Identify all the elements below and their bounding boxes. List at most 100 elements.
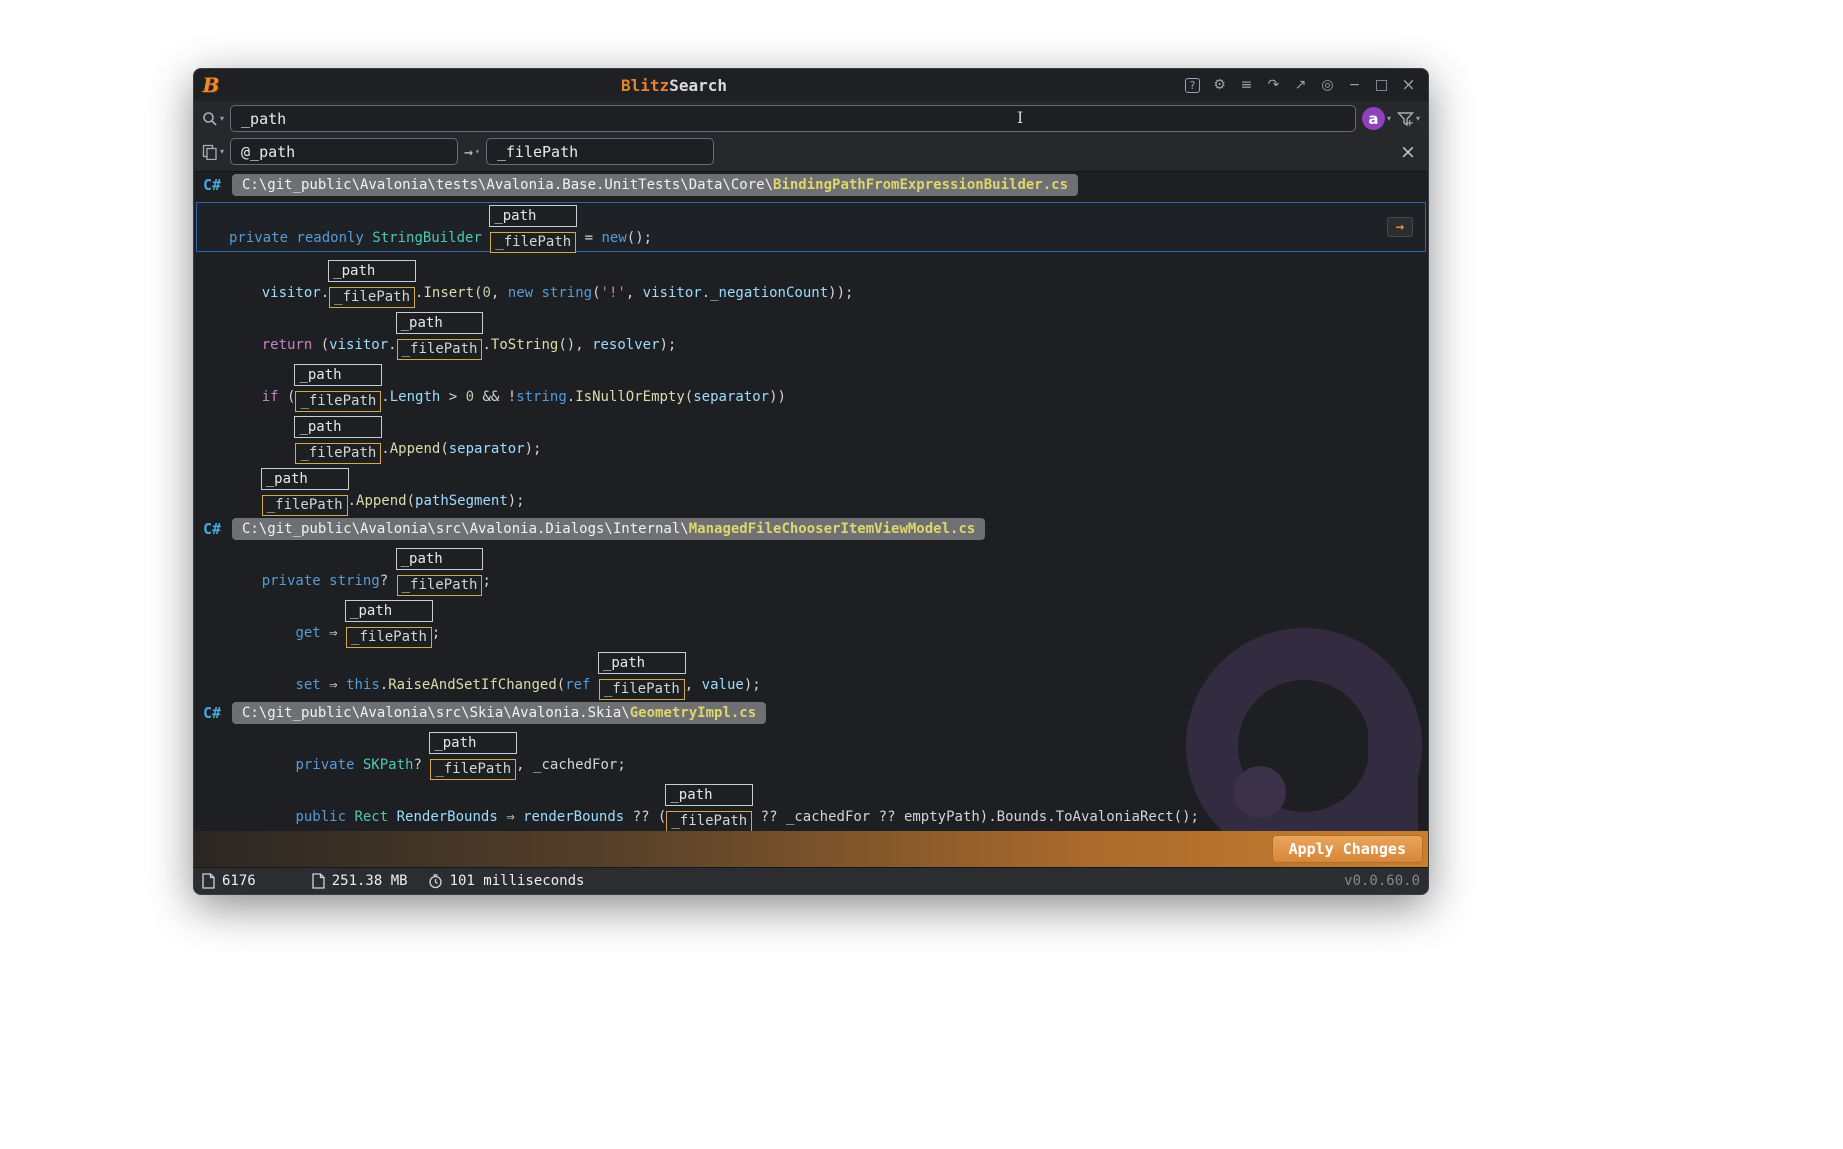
file-path: C:\git_public\Avalonia\tests\Avalonia.Ba…: [232, 174, 1079, 196]
result-line[interactable]: _path _filePath .Append(separator);: [194, 414, 1428, 464]
arrow-right-icon: →: [464, 142, 474, 161]
replace-row: ▾ → ▾ ×: [202, 135, 1420, 168]
close-replace-icon[interactable]: ×: [1396, 141, 1420, 163]
window-title: BlitzSearch: [194, 76, 1154, 95]
titlebar-icons: ? ⚙ ≡ ↷ ↗ ◎ − □ ×: [1179, 69, 1428, 101]
app-logo-icon: B: [202, 73, 220, 97]
chevron-down-icon: ▾: [475, 147, 480, 156]
original-text-badge: _path: [294, 364, 383, 386]
copy-pages-icon: [202, 144, 217, 160]
duration-item: 101 milliseconds: [428, 873, 584, 889]
replacement-text-badge: _filePath: [329, 287, 416, 308]
original-text-badge: _path: [429, 732, 518, 754]
original-text-badge: _path: [395, 548, 484, 570]
replace-to-input[interactable]: [485, 138, 714, 165]
settings-gear-icon[interactable]: ⚙: [1206, 69, 1233, 101]
original-text-badge: _path: [395, 312, 484, 334]
original-text-badge: _path: [260, 468, 349, 490]
minimize-button[interactable]: −: [1341, 69, 1368, 101]
status-bar: 6176 251.38 MB 101 milliseconds v0.0.60.…: [194, 867, 1428, 894]
result-line[interactable]: private SKPath? _path _filePath, _cachedF…: [194, 730, 1428, 780]
pin-icon[interactable]: ↗: [1287, 69, 1314, 101]
file-name: BindingPathFromExpressionBuilder.cs: [773, 177, 1069, 193]
match-count-item: 6176: [202, 873, 256, 889]
result-line[interactable]: return (visitor. _path _filePath .ToString(…: [194, 310, 1428, 360]
app-window: B BlitzSearch ? ⚙ ≡ ↷ ↗ ◎ − □ × ▾ a: [193, 68, 1429, 895]
result-file-header[interactable]: C# C:\git_public\Avalonia\tests\Avalonia.…: [194, 174, 1428, 196]
chevron-down-icon: ▾: [220, 114, 225, 123]
replace-direction-button[interactable]: → ▾: [464, 143, 480, 161]
search-icon: [203, 111, 217, 126]
result-file-header[interactable]: C# C:\git_public\Avalonia\src\Skia\Avalon…: [194, 702, 1428, 724]
replacement-text-badge: _filePath: [598, 679, 685, 700]
title-rest: Search: [669, 75, 727, 95]
selected-result-row[interactable]: private readonly StringBuilder _path _fil…: [196, 202, 1426, 253]
match-replacement: _path _filePath: [345, 600, 433, 648]
memory-item: 251.38 MB: [312, 873, 408, 889]
file-name: ManagedFileChooserItemViewModel.cs: [688, 521, 976, 537]
memory-usage: 251.38 MB: [331, 873, 408, 889]
replace-mode-button[interactable]: ▾: [202, 144, 224, 160]
titlebar: B BlitzSearch ? ⚙ ≡ ↷ ↗ ◎ − □ ×: [194, 69, 1428, 101]
apply-changes-button[interactable]: Apply Changes: [1271, 835, 1423, 863]
original-text-badge: _path: [597, 652, 686, 674]
replacement-text-badge: _filePath: [261, 495, 348, 516]
original-text-badge: _path: [345, 600, 433, 622]
file-path: C:\git_public\Avalonia\src\Avalonia.Dial…: [232, 518, 986, 540]
help-icon[interactable]: ?: [1185, 77, 1200, 93]
match-replacement: _path _filePath: [597, 652, 686, 700]
file-dir: C:\git_public\Avalonia\tests\Avalonia.Ba…: [242, 177, 774, 193]
menu-icon[interactable]: ≡: [1233, 69, 1260, 101]
search-panel: ▾ a ▾ + ▾ I ▾ → ▾: [194, 101, 1428, 172]
match-replacement: _path _filePath: [260, 468, 349, 516]
clock-icon: [428, 873, 442, 888]
replacement-text-badge: _filePath: [396, 339, 483, 360]
original-text-badge: _path: [294, 416, 383, 438]
replacement-text-badge: _filePath: [430, 759, 517, 780]
scope-selector-button[interactable]: a ▾: [1361, 107, 1391, 130]
maximize-button[interactable]: □: [1368, 69, 1395, 101]
result-line[interactable]: private string? _path _filePath;: [194, 546, 1428, 596]
replace-from-input[interactable]: [230, 138, 459, 165]
match-count: 6176: [222, 873, 256, 889]
original-text-badge: _path: [489, 205, 578, 227]
match-replacement: _path _filePath: [395, 548, 484, 596]
file-dir: C:\git_public\Avalonia\src\Skia\Avalonia…: [242, 705, 630, 721]
replacement-text-badge: _filePath: [666, 811, 753, 832]
result-line[interactable]: public Rect RenderBounds ⇒ renderBounds …: [194, 782, 1428, 832]
result-file-header[interactable]: C# C:\git_public\Avalonia\src\Avalonia.Di…: [194, 518, 1428, 540]
redo-icon[interactable]: ↷: [1260, 69, 1287, 101]
match-replacement: _path _filePath: [489, 205, 578, 253]
apply-bar: Apply Changes: [194, 831, 1428, 867]
replacement-text-badge: _filePath: [490, 232, 577, 253]
filter-button[interactable]: + ▾: [1396, 111, 1420, 129]
search-mode-button[interactable]: ▾: [202, 111, 224, 127]
match-replacement: _path _filePath: [294, 416, 383, 464]
result-line[interactable]: get ⇒ _path _filePath;: [194, 598, 1428, 648]
csharp-file-icon: C#: [202, 704, 222, 722]
replacement-text-badge: _filePath: [295, 391, 382, 412]
result-line[interactable]: private readonly StringBuilder _path _fil…: [197, 203, 1425, 253]
replacement-text-badge: _filePath: [396, 575, 483, 596]
file-dir: C:\git_public\Avalonia\src\Avalonia.Dial…: [242, 521, 689, 537]
file-name: GeometryImpl.cs: [629, 705, 757, 721]
globe-icon[interactable]: ◎: [1314, 69, 1341, 101]
search-query-input[interactable]: [230, 105, 1356, 132]
result-line[interactable]: _path _filePath .Append(pathSegment);: [194, 466, 1428, 516]
file-path: C:\git_public\Avalonia\src\Skia\Avalonia…: [232, 702, 767, 724]
result-line[interactable]: if (_path _filePath .Length > 0 && !string…: [194, 362, 1428, 412]
document-icon: [312, 873, 325, 889]
result-line[interactable]: set ⇒ this.RaiseAndSetIfChanged(ref _pat…: [194, 650, 1428, 700]
csharp-file-icon: C#: [202, 520, 222, 538]
close-button[interactable]: ×: [1395, 69, 1422, 101]
result-line[interactable]: visitor. _path _filePath .Insert(0, new str…: [194, 258, 1428, 308]
csharp-file-icon: C#: [202, 176, 222, 194]
filter-add-icon: +: [1405, 117, 1414, 129]
match-replacement: _path _filePath: [429, 732, 518, 780]
replacement-text-badge: _filePath: [346, 627, 432, 648]
document-icon: [202, 873, 215, 889]
match-replacement: _path _filePath: [328, 260, 417, 308]
original-text-badge: _path: [665, 784, 754, 806]
replacement-text-badge: _filePath: [295, 443, 382, 464]
chevron-down-icon: ▾: [1415, 114, 1420, 123]
